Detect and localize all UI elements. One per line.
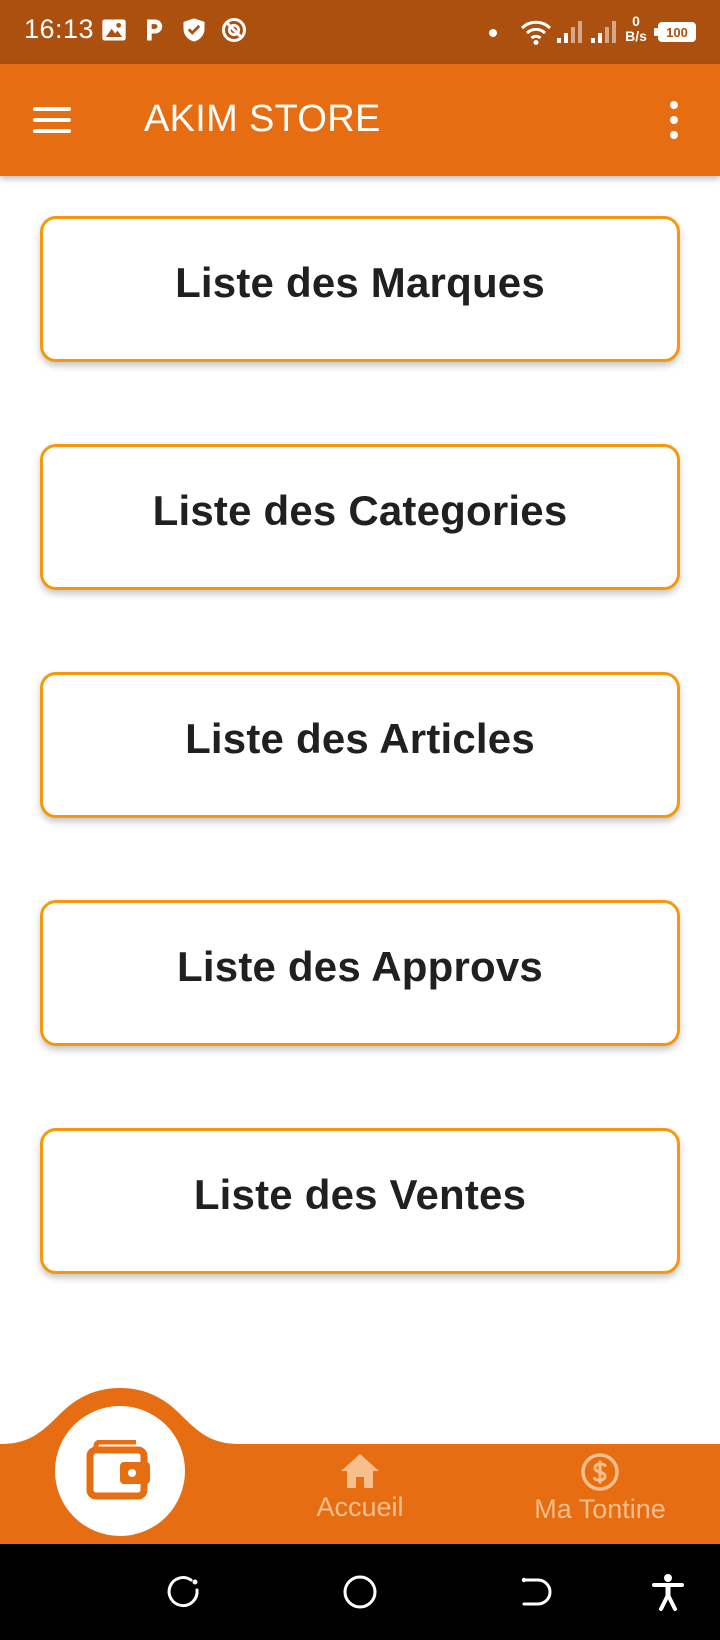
image-icon <box>102 19 126 41</box>
dot-icon <box>489 29 497 37</box>
app-title: AKIM STORE <box>144 98 381 140</box>
app-bar: AKIM STORE <box>0 64 720 176</box>
battery-level: 100 <box>666 24 688 40</box>
system-nav-bar <box>0 1544 720 1640</box>
net-speed: 0 B/s <box>620 14 652 44</box>
list-articles-button[interactable]: Liste des Articles <box>40 672 680 818</box>
nav-ma-tontine[interactable]: Ma Tontine <box>520 1452 680 1525</box>
parking-p-icon <box>147 19 163 41</box>
net-speed-value: 0 <box>632 13 640 29</box>
button-label: Liste des Marques <box>175 259 545 306</box>
battery-icon: 100 <box>658 22 696 42</box>
battery-tip <box>654 28 658 36</box>
more-vert-icon[interactable] <box>650 94 698 146</box>
button-label: Liste des Ventes <box>193 1171 527 1218</box>
list-approvs-button[interactable]: Liste des Approvs <box>40 900 680 1046</box>
accessibility-icon[interactable] <box>648 1572 688 1612</box>
dollar-circle-icon <box>581 1453 619 1491</box>
list-categories-button[interactable]: Liste des Categories <box>40 444 680 590</box>
shield-check-icon <box>183 18 205 42</box>
button-label: Liste des Articles <box>185 715 535 762</box>
nav-ma-tontine-label: Ma Tontine <box>534 1494 666 1524</box>
hamburger-menu-icon[interactable] <box>22 90 82 150</box>
button-label: Liste des Categories <box>152 487 568 534</box>
wallet-icon <box>86 1440 150 1500</box>
back-icon[interactable] <box>514 1572 554 1612</box>
net-speed-unit: B/s <box>625 28 647 44</box>
status-time: 16:13 <box>24 14 95 44</box>
wifi-icon <box>520 20 552 45</box>
status-bar: 16:13 0 B/s 100 <box>0 0 720 64</box>
wallet-fab-button[interactable] <box>55 1406 185 1536</box>
rotate-icon[interactable] <box>164 1572 204 1612</box>
list-ventes-button[interactable]: Liste des Ventes <box>40 1128 680 1274</box>
list-marques-button[interactable]: Liste des Marques <box>40 216 680 362</box>
no-sync-icon <box>221 17 247 43</box>
nav-accueil-label: Accueil <box>316 1492 404 1522</box>
home-icon <box>341 1454 379 1488</box>
nav-accueil[interactable]: Accueil <box>300 1452 420 1523</box>
button-label: Liste des Approvs <box>177 943 543 990</box>
signal-icon <box>557 21 582 43</box>
home-circle-icon[interactable] <box>340 1572 380 1612</box>
signal-icon <box>591 21 616 43</box>
